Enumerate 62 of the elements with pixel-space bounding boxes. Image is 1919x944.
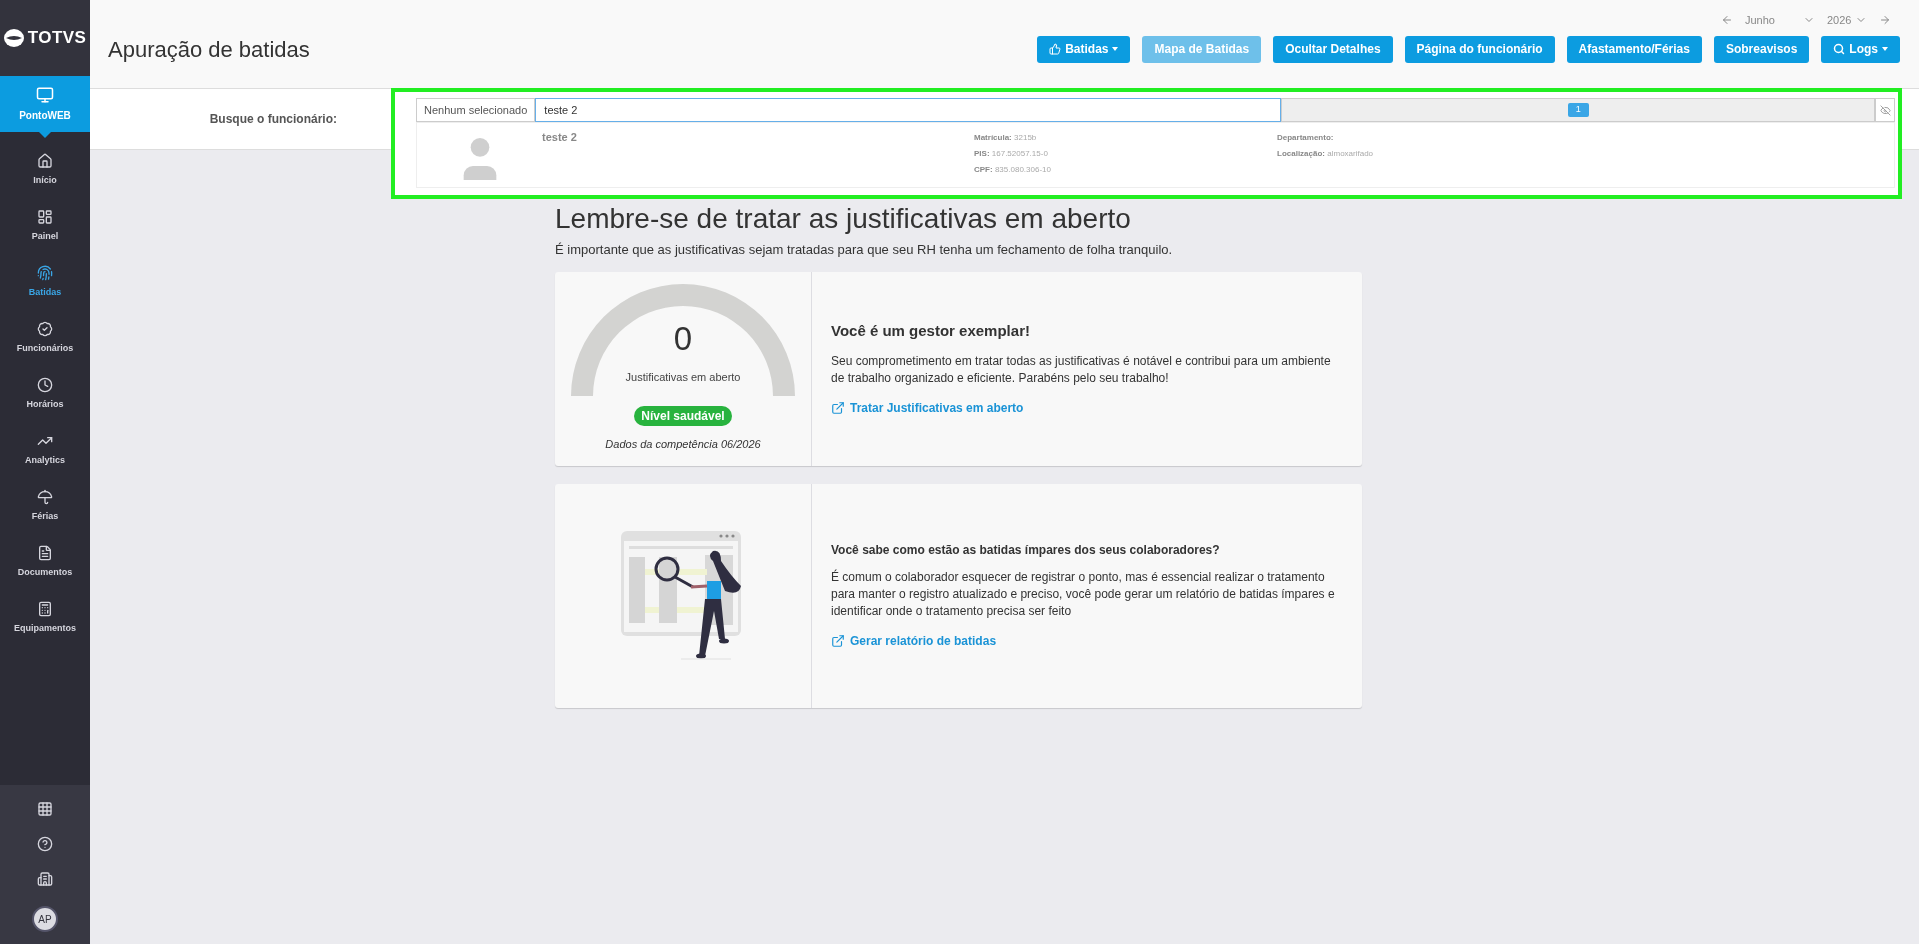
document-icon: [37, 544, 53, 561]
clock-icon: [37, 376, 53, 393]
selection-prefix: Nenhum selecionado: [416, 98, 536, 122]
sidebar-item[interactable]: Funcionários: [0, 310, 90, 366]
competence-note: Dados da competência 06/2026: [605, 437, 761, 453]
sidebar-item[interactable]: Documentos: [0, 534, 90, 590]
toolbar-button[interactable]: Batidas: [1037, 35, 1131, 63]
search-field[interactable]: teste 2: [535, 98, 1282, 122]
sidebar-item[interactable]: Férias: [0, 478, 90, 534]
sidebar-item[interactable]: Batidas: [0, 254, 90, 310]
card-title: Você sabe como estão as batidas ímpares dos seus colaboradores?: [831, 542, 1221, 559]
card-text: Seu comprometimento em tratar todas as justificativas é notável e contribui para um ambiente de trabalho organizado e eficiente. Parabéns pelo seu trabalho!: [831, 352, 1332, 387]
logo-icon: [3, 29, 24, 47]
status-badge: Nível saudável: [634, 406, 732, 427]
employee-detail: Departamento:: [1277, 132, 1335, 144]
help-icon[interactable]: [37, 836, 53, 852]
search-result-row[interactable]: teste 2 Matrícula: 3215b PIS: 167.52057.15-0 CPF: 835.080.306-10 Departamento: Localização: almoxarifado: [416, 122, 1895, 188]
sidebar-item[interactable]: Horários: [0, 366, 90, 422]
employee-name: teste 2: [542, 130, 578, 145]
logo-text: TOTVS: [27, 27, 87, 50]
module-tab[interactable]: PontoWEB: [0, 76, 90, 132]
home-icon: [37, 152, 53, 169]
card-text: É comum o colaborador esquecer de registrar o ponto, mas é essencial realizar o tratamento para manter o registro atualizado e preciso, você pode gerar um relatório de batidas ímpares e identificar onde o tratamento precisa ser feito: [831, 569, 1336, 620]
external-link-icon: [831, 634, 845, 648]
month-select[interactable]: Junho: [1745, 12, 1815, 29]
employee-detail: CPF: 835.080.306-10: [974, 164, 1052, 176]
toolbar-button[interactable]: Logs: [1821, 35, 1900, 63]
employee-detail: Matrícula: 3215b: [974, 132, 1038, 144]
employee-detail: Localização: almoxarifado: [1277, 148, 1374, 160]
section-heading: Lembre-se de tratar as justificativas em aberto: [555, 204, 1132, 234]
sidebar-item[interactable]: Início: [0, 142, 90, 198]
gauge-value: 0: [673, 322, 693, 356]
page-title: Apuração de batidas: [108, 35, 310, 64]
card-title: Você é um gestor exemplar!: [831, 321, 1031, 342]
section-subheading: É importante que as justificativas sejam tratadas para que seu RH tenha um fechamento de folha tranquilo.: [555, 241, 1174, 259]
card-link[interactable]: Tratar Justificativas em aberto: [831, 398, 1342, 417]
dashboard-icon: [37, 208, 53, 225]
fingerprint-icon: [37, 264, 53, 281]
building-icon[interactable]: [37, 871, 53, 887]
card-link[interactable]: Gerar relatório de batidas: [831, 632, 1342, 650]
gauge-label: Justificativas em aberto: [625, 370, 741, 386]
apps-grid-icon[interactable]: [37, 801, 53, 817]
external-link-icon: [831, 400, 845, 415]
eye-slash-icon[interactable]: [1879, 104, 1891, 116]
search-icon: [1833, 43, 1846, 55]
result-count-badge: 1: [1567, 103, 1589, 117]
monitor-icon: [36, 85, 54, 104]
search-label: Busque o funcionário:: [208, 111, 338, 128]
thumbs-up-icon: [1049, 43, 1062, 55]
toolbar-button[interactable]: Página do funcionário: [1404, 35, 1555, 63]
sidebar-item[interactable]: Painel: [0, 198, 90, 254]
sidebar-item[interactable]: Analytics: [0, 422, 90, 478]
umbrella-icon: [37, 488, 53, 505]
toolbar-button[interactable]: Afastamento/Férias: [1566, 35, 1702, 63]
toolbar-button[interactable]: Sobreavisos: [1713, 35, 1810, 63]
pointer-notch-icon: [39, 132, 51, 138]
year-select[interactable]: 2026: [1827, 12, 1867, 29]
toolbar-button[interactable]: Ocultar Detalhes: [1273, 35, 1393, 63]
calculator-icon: [37, 600, 53, 617]
sidebar-item[interactable]: Equipamentos: [0, 590, 90, 646]
employee-detail: PIS: 167.52057.15-0: [974, 148, 1049, 160]
user-avatar[interactable]: AP: [32, 906, 58, 932]
